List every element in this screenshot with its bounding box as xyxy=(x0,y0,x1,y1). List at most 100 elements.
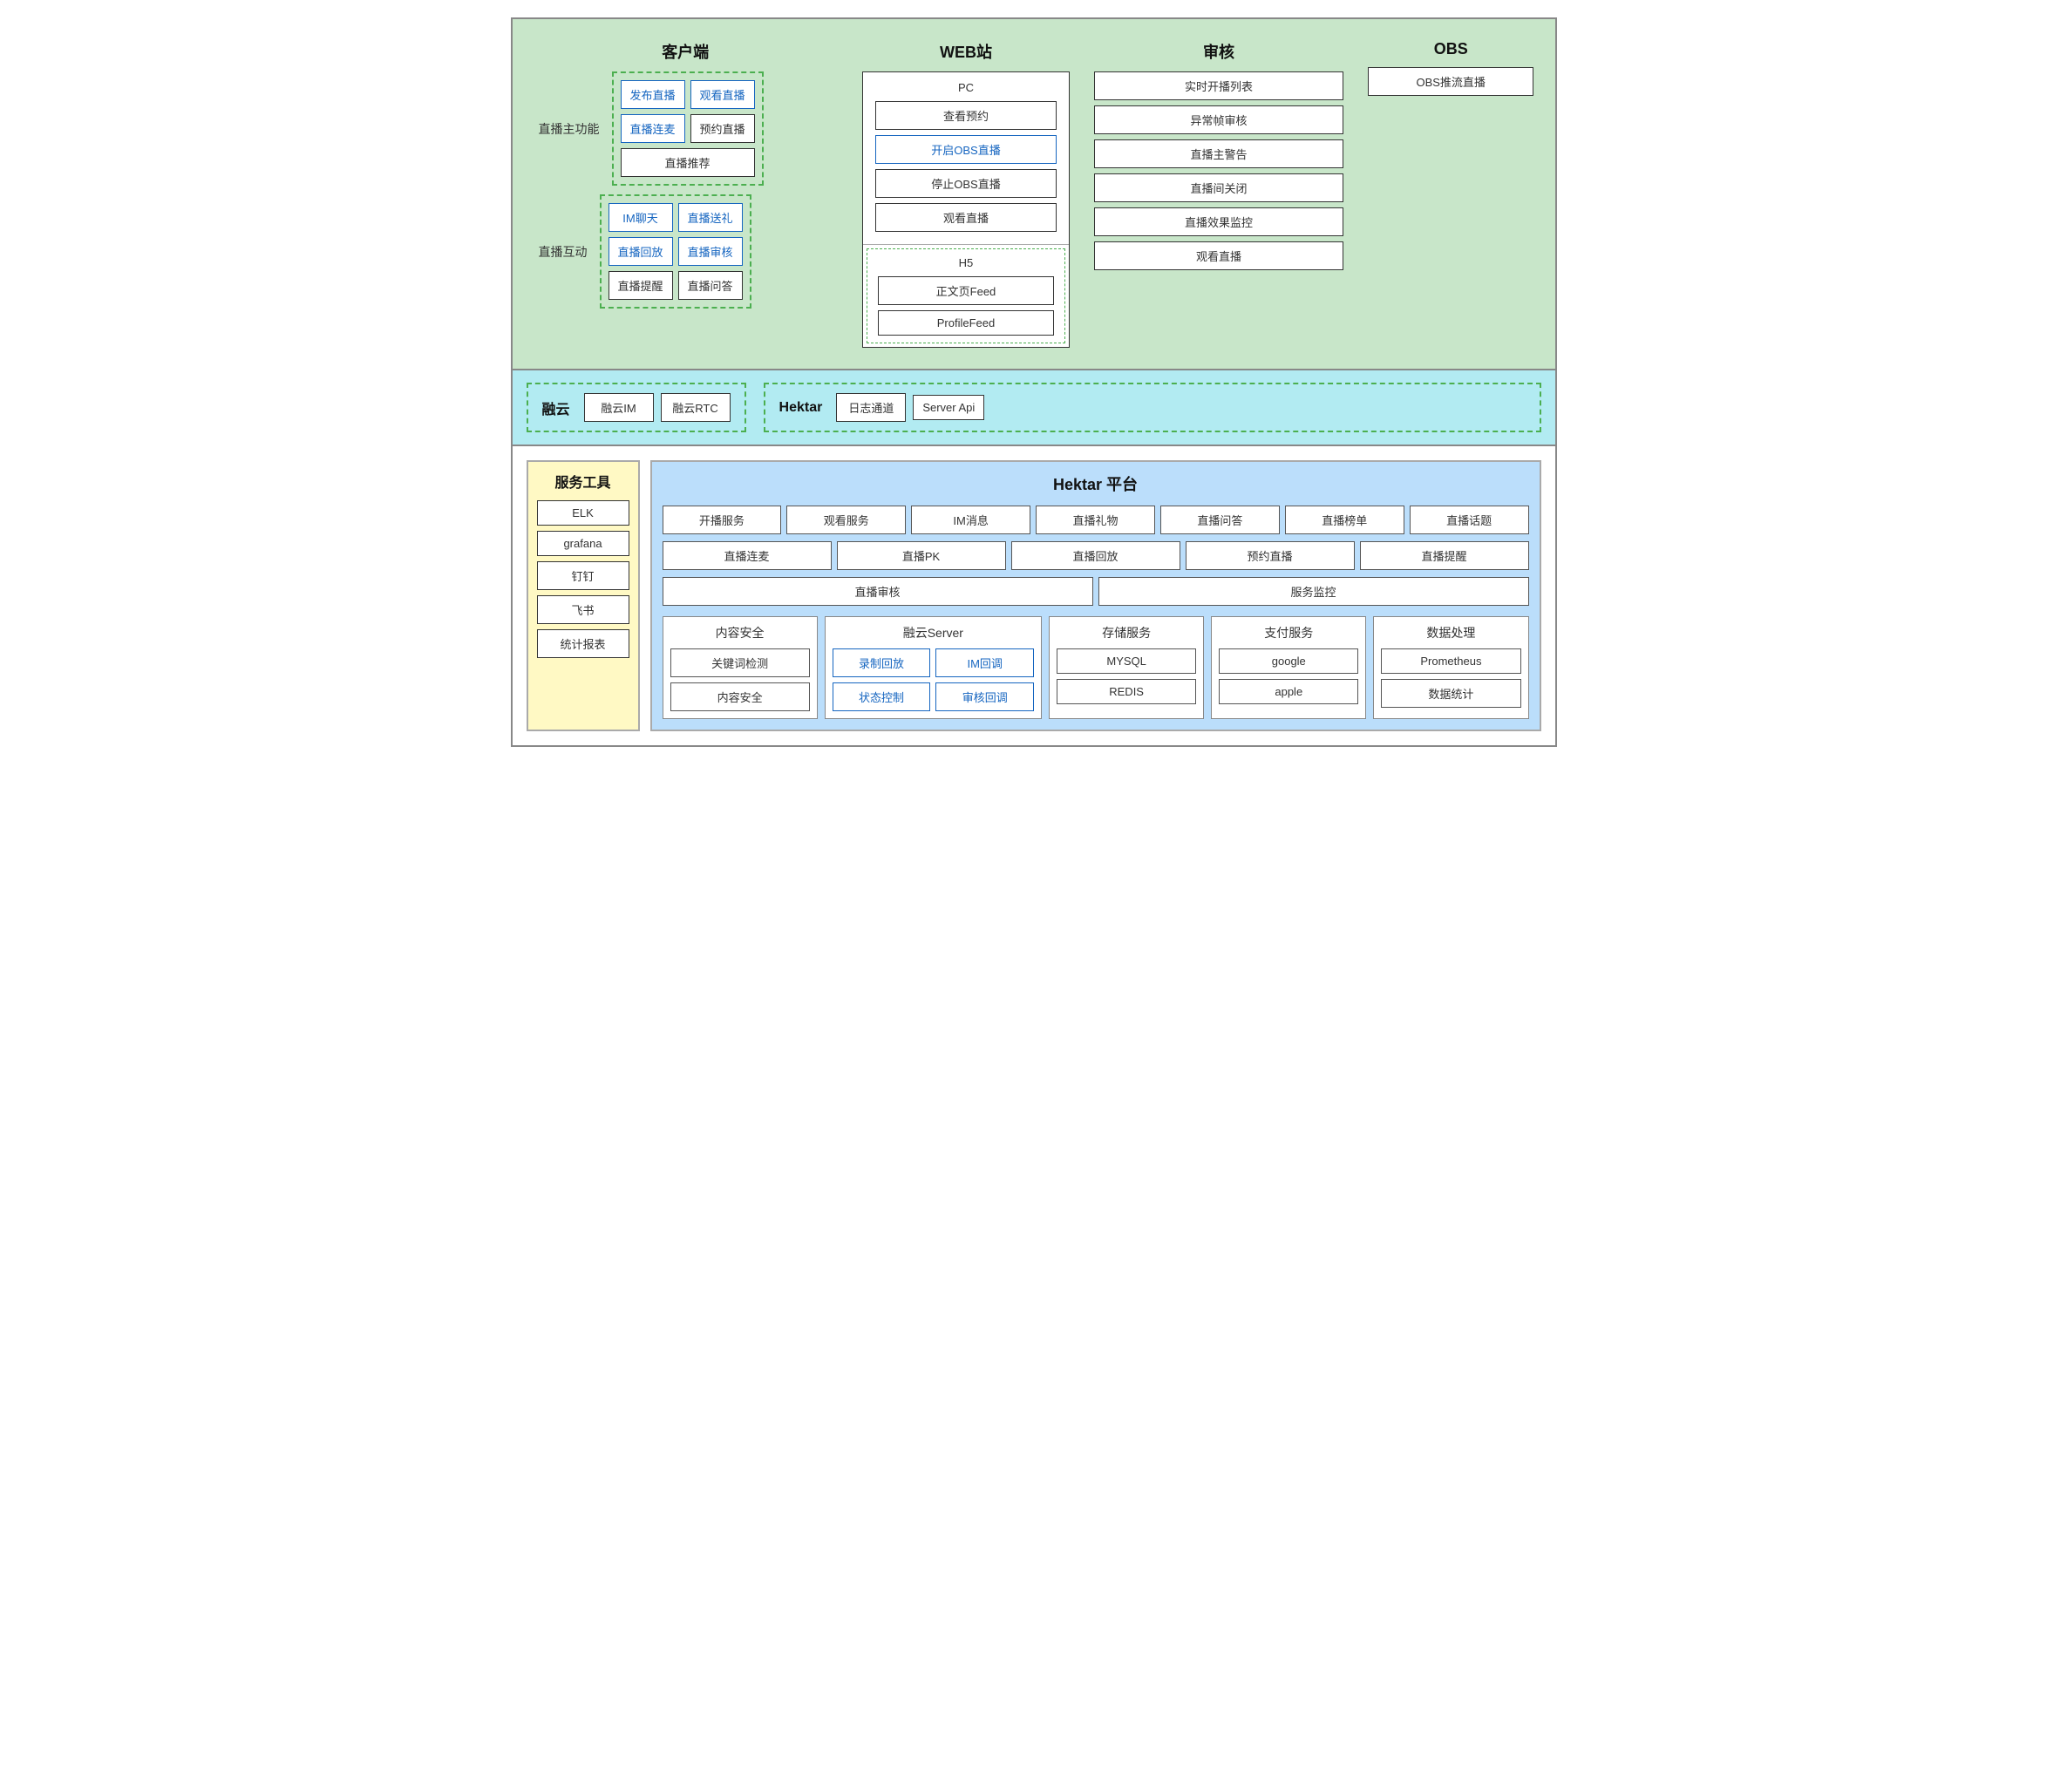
tool-stats: 统计报表 xyxy=(537,629,629,658)
cell-zhibo-tijing: 直播提醒 xyxy=(609,271,673,300)
p-cell-tijing: 直播提醒 xyxy=(1360,541,1529,570)
p-cell-kaibo: 开播服务 xyxy=(663,506,782,534)
hektar-platform: Hektar 平台 开播服务 观看服务 IM消息 直播礼物 直播问答 直播榜单 … xyxy=(650,460,1541,731)
tools-title: 服务工具 xyxy=(537,471,629,492)
hektar-cell-log: 日志通道 xyxy=(836,393,906,422)
storage-title: 存储服务 xyxy=(1057,624,1196,641)
cell-prometheus: Prometheus xyxy=(1381,648,1520,674)
main-cell-grid: 发布直播 观看直播 直播连麦 预约直播 直播推荐 xyxy=(621,80,755,177)
audit-section: 审核 实时开播列表 异常帧审核 直播主警告 直播间关闭 直播效果监控 观看直播 xyxy=(1087,33,1350,355)
p-cell-huifang: 直播回放 xyxy=(1011,541,1180,570)
audit-cell-0: 实时开播列表 xyxy=(1094,71,1343,100)
platform-row3: 直播审核 服务监控 xyxy=(663,577,1529,606)
cell-guankanzhibO: 观看直播 xyxy=(690,80,755,109)
rongcloud-row2: 状态控制 审核回调 xyxy=(833,682,1034,711)
p-cell-wenda: 直播问答 xyxy=(1160,506,1280,534)
cell-record-playback: 录制回放 xyxy=(833,648,931,677)
cell-google: google xyxy=(1219,648,1358,674)
tools-cells: ELK grafana 钉钉 飞书 统计报表 xyxy=(537,500,629,658)
p-cell-jiankong: 服务监控 xyxy=(1098,577,1529,606)
pc-cell-chakan: 查看预约 xyxy=(875,101,1057,130)
h5-cell-feed: 正文页Feed xyxy=(878,276,1054,305)
cell-im-chat: IM聊天 xyxy=(609,203,673,232)
p-cell-yuyue: 预约直播 xyxy=(1186,541,1355,570)
audit-cell-5: 观看直播 xyxy=(1094,241,1343,270)
pc-cell-watch: 观看直播 xyxy=(875,203,1057,232)
top-section: 客户端 直播主功能 发布直播 观看直播 直播连麦 预约直播 直播推荐 直播互动 xyxy=(513,19,1555,370)
rongcloud-title: 融云 xyxy=(542,397,570,418)
cell-yuyue-zhibo: 预约直播 xyxy=(690,114,755,143)
data-processing-cells: Prometheus 数据统计 xyxy=(1381,648,1520,708)
platform-services: 内容安全 关键词检测 内容安全 融云Server 录制回放 IM回调 xyxy=(663,616,1529,719)
hektar-middle-group: Hektar 日志通道 Server Api xyxy=(764,383,1541,432)
rongcloud-cell-im: 融云IM xyxy=(584,393,654,422)
service-tools: 服务工具 ELK grafana 钉钉 飞书 统计报表 xyxy=(527,460,640,731)
bottom-section: 服务工具 ELK grafana 钉钉 飞书 统计报表 Hektar 平台 开播… xyxy=(513,446,1555,745)
rongcloud-group: 融云 融云IM 融云RTC xyxy=(527,383,746,432)
rongcloud-row1: 录制回放 IM回调 xyxy=(833,648,1034,677)
audit-cell-4: 直播效果监控 xyxy=(1094,207,1343,236)
platform-row2: 直播连麦 直播PK 直播回放 预约直播 直播提醒 xyxy=(663,541,1529,570)
payment-cells: google apple xyxy=(1219,648,1358,704)
platform-title: Hektar 平台 xyxy=(663,472,1529,495)
h5-cell-profilefeed: ProfileFeed xyxy=(878,310,1054,336)
content-safety-title: 内容安全 xyxy=(670,624,810,641)
p-cell-pk: 直播PK xyxy=(837,541,1006,570)
p-cell-liwu: 直播礼物 xyxy=(1036,506,1155,534)
cell-zhibo-tuijian: 直播推荐 xyxy=(621,148,755,177)
rongcloud-server-group: 融云Server 录制回放 IM回调 状态控制 审核回调 xyxy=(825,616,1042,719)
cell-apple: apple xyxy=(1219,679,1358,704)
client-main-row: 直播主功能 发布直播 观看直播 直播连麦 预约直播 直播推荐 xyxy=(534,71,838,186)
cell-zhibo-lianmai: 直播连麦 xyxy=(621,114,685,143)
content-safety-cells: 关键词检测 内容安全 xyxy=(670,648,810,711)
cell-mysql: MYSQL xyxy=(1057,648,1196,674)
cell-zhibo-wenda: 直播问答 xyxy=(678,271,743,300)
cell-data-stats: 数据统计 xyxy=(1381,679,1520,708)
rongcloud-cell-rtc: 融云RTC xyxy=(661,393,731,422)
content-safety-group: 内容安全 关键词检测 内容安全 xyxy=(663,616,818,719)
label-main: 直播主功能 xyxy=(534,117,605,141)
obs-title: OBS xyxy=(1368,40,1534,58)
platform-row1: 开播服务 观看服务 IM消息 直播礼物 直播问答 直播榜单 直播话题 xyxy=(663,506,1529,534)
cell-state-control: 状态控制 xyxy=(833,682,931,711)
hektar-middle-title: Hektar xyxy=(779,400,823,416)
main-container: 客户端 直播主功能 发布直播 观看直播 直播连麦 预约直播 直播推荐 直播互动 xyxy=(511,17,1557,747)
storage-cells: MYSQL REDIS xyxy=(1057,648,1196,704)
cell-redis: REDIS xyxy=(1057,679,1196,704)
p-cell-guankan: 观看服务 xyxy=(786,506,906,534)
tool-grafana: grafana xyxy=(537,531,629,556)
web-title: WEB站 xyxy=(862,40,1070,63)
tool-elk: ELK xyxy=(537,500,629,526)
cell-review-callback: 审核回调 xyxy=(935,682,1034,711)
web-section: WEB站 PC 查看预约 开启OBS直播 停止OBS直播 观看直播 H5 正文页… xyxy=(855,33,1077,355)
web-inner-box: PC 查看预约 开启OBS直播 停止OBS直播 观看直播 H5 正文页Feed … xyxy=(862,71,1070,348)
obs-section: OBS OBS推流直播 xyxy=(1361,33,1541,355)
client-interact-row: 直播互动 IM聊天 直播送礼 直播回放 直播审核 直播提醒 直播问答 xyxy=(534,194,838,309)
p-cell-huati: 直播话题 xyxy=(1410,506,1529,534)
pc-cell-stop-obs: 停止OBS直播 xyxy=(875,169,1057,198)
tool-dingding: 钉钉 xyxy=(537,561,629,590)
tool-feishu: 飞书 xyxy=(537,595,629,624)
label-interact: 直播互动 xyxy=(534,240,593,264)
pc-subsection: PC 查看预约 开启OBS直播 停止OBS直播 观看直播 xyxy=(863,72,1069,241)
obs-cell: OBS推流直播 xyxy=(1368,67,1534,96)
audit-cell-1: 异常帧审核 xyxy=(1094,105,1343,134)
cell-im-callback: IM回调 xyxy=(935,648,1034,677)
p-cell-im: IM消息 xyxy=(911,506,1030,534)
interact-dashed-box: IM聊天 直播送礼 直播回放 直播审核 直播提醒 直播问答 xyxy=(600,194,751,309)
pc-title: PC xyxy=(868,78,1064,98)
p-cell-lianmai: 直播连麦 xyxy=(663,541,832,570)
audit-cell-3: 直播间关闭 xyxy=(1094,173,1343,202)
web-divider xyxy=(863,244,1069,245)
data-processing-group: 数据处理 Prometheus 数据统计 xyxy=(1373,616,1528,719)
middle-section: 融云 融云IM 融云RTC Hektar 日志通道 Server Api xyxy=(513,370,1555,446)
audit-title: 审核 xyxy=(1094,40,1343,63)
h5-cells: 正文页Feed ProfileFeed xyxy=(871,273,1061,339)
hektar-cell-server-api: Server Api xyxy=(913,395,984,420)
storage-group: 存储服务 MYSQL REDIS xyxy=(1049,616,1204,719)
rongcloud-server-title: 融云Server xyxy=(833,624,1034,641)
audit-cells: 实时开播列表 异常帧审核 直播主警告 直播间关闭 直播效果监控 观看直播 xyxy=(1094,71,1343,270)
main-dashed-box: 发布直播 观看直播 直播连麦 预约直播 直播推荐 xyxy=(612,71,764,186)
cell-zhibo-huifang: 直播回放 xyxy=(609,237,673,266)
rongcloud-server-cells: 录制回放 IM回调 状态控制 审核回调 xyxy=(833,648,1034,711)
